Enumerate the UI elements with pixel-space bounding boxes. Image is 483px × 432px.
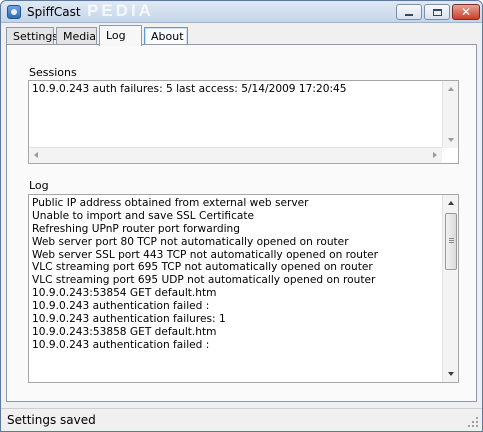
scroll-up-icon[interactable] (448, 201, 454, 205)
log-line: Public IP address obtained from external… (32, 197, 309, 209)
minimize-icon (405, 14, 413, 16)
tab-media[interactable]: Media (56, 27, 97, 45)
log-line: 10.9.0.243 authentication failures: 1 (32, 313, 226, 326)
tab-settings[interactable]: Settings (6, 27, 58, 45)
log-line: VLC streaming port 695 TCP not automatic… (32, 261, 373, 274)
log-tab-panel: Sessions 10.9.0.243 auth failures: 5 las… (6, 44, 477, 402)
status-bar: Settings saved (1, 408, 482, 431)
log-list[interactable]: Public IP address obtained from external… (28, 194, 459, 383)
sessions-list[interactable]: 10.9.0.243 auth failures: 5 last access:… (28, 80, 459, 164)
log-line: Web server port 80 TCP not automatically… (32, 235, 349, 248)
scroll-left-icon[interactable] (34, 152, 38, 158)
sessions-vertical-scrollbar[interactable] (442, 81, 458, 148)
scroll-right-icon[interactable] (433, 152, 437, 158)
log-line: 10.9.0.243:53858 GET default.htm (32, 325, 217, 338)
scroll-down-icon[interactable] (448, 372, 454, 376)
close-icon: ✕ (460, 5, 472, 19)
tab-about[interactable]: About (144, 27, 188, 45)
list-item[interactable]: 10.9.0.243 auth failures: 5 last access:… (32, 83, 347, 96)
tab-strip: Settings Media Log About (6, 25, 476, 46)
log-line: 10.9.0.243:53854 GET default.htm (32, 287, 217, 300)
close-button[interactable]: ✕ (452, 4, 480, 20)
status-text: Settings saved (7, 413, 96, 427)
app-icon (7, 5, 21, 19)
app-window: SpiffCast PEDIA ✕ Settings Media Log Abo… (0, 0, 483, 432)
tab-log[interactable]: Log (99, 25, 142, 46)
scroll-down-icon[interactable] (448, 138, 454, 142)
minimize-button[interactable] (396, 4, 422, 20)
maximize-icon (432, 8, 442, 16)
sessions-items: 10.9.0.243 auth failures: 5 last access:… (32, 83, 347, 96)
watermark-text: PEDIA (87, 1, 154, 20)
log-line: 10.9.0.243 authentication failed : (32, 300, 210, 313)
title-bar[interactable]: SpiffCast PEDIA ✕ (1, 1, 482, 23)
sessions-label: Sessions (29, 66, 77, 79)
log-line: Web server SSL port 443 TCP not automati… (32, 248, 379, 261)
maximize-button[interactable] (424, 4, 450, 20)
log-lines: Public IP address obtained from external… (32, 197, 378, 352)
log-line: 10.9.0.243 authentication failed : (32, 338, 210, 351)
resize-grip-icon[interactable] (467, 416, 479, 428)
window-title: SpiffCast (27, 5, 81, 19)
log-vertical-scrollbar[interactable] (442, 195, 458, 382)
log-label: Log (29, 179, 49, 192)
scrollbar-thumb[interactable] (445, 213, 457, 270)
log-line: VLC streaming port 695 UDP not automatic… (32, 274, 376, 287)
log-line: Refreshing UPnP router port forwarding (32, 222, 240, 235)
log-line: Unable to import and save SSL Certificat… (32, 209, 255, 222)
sessions-horizontal-scrollbar[interactable] (29, 147, 442, 163)
scroll-up-icon[interactable] (448, 87, 454, 91)
